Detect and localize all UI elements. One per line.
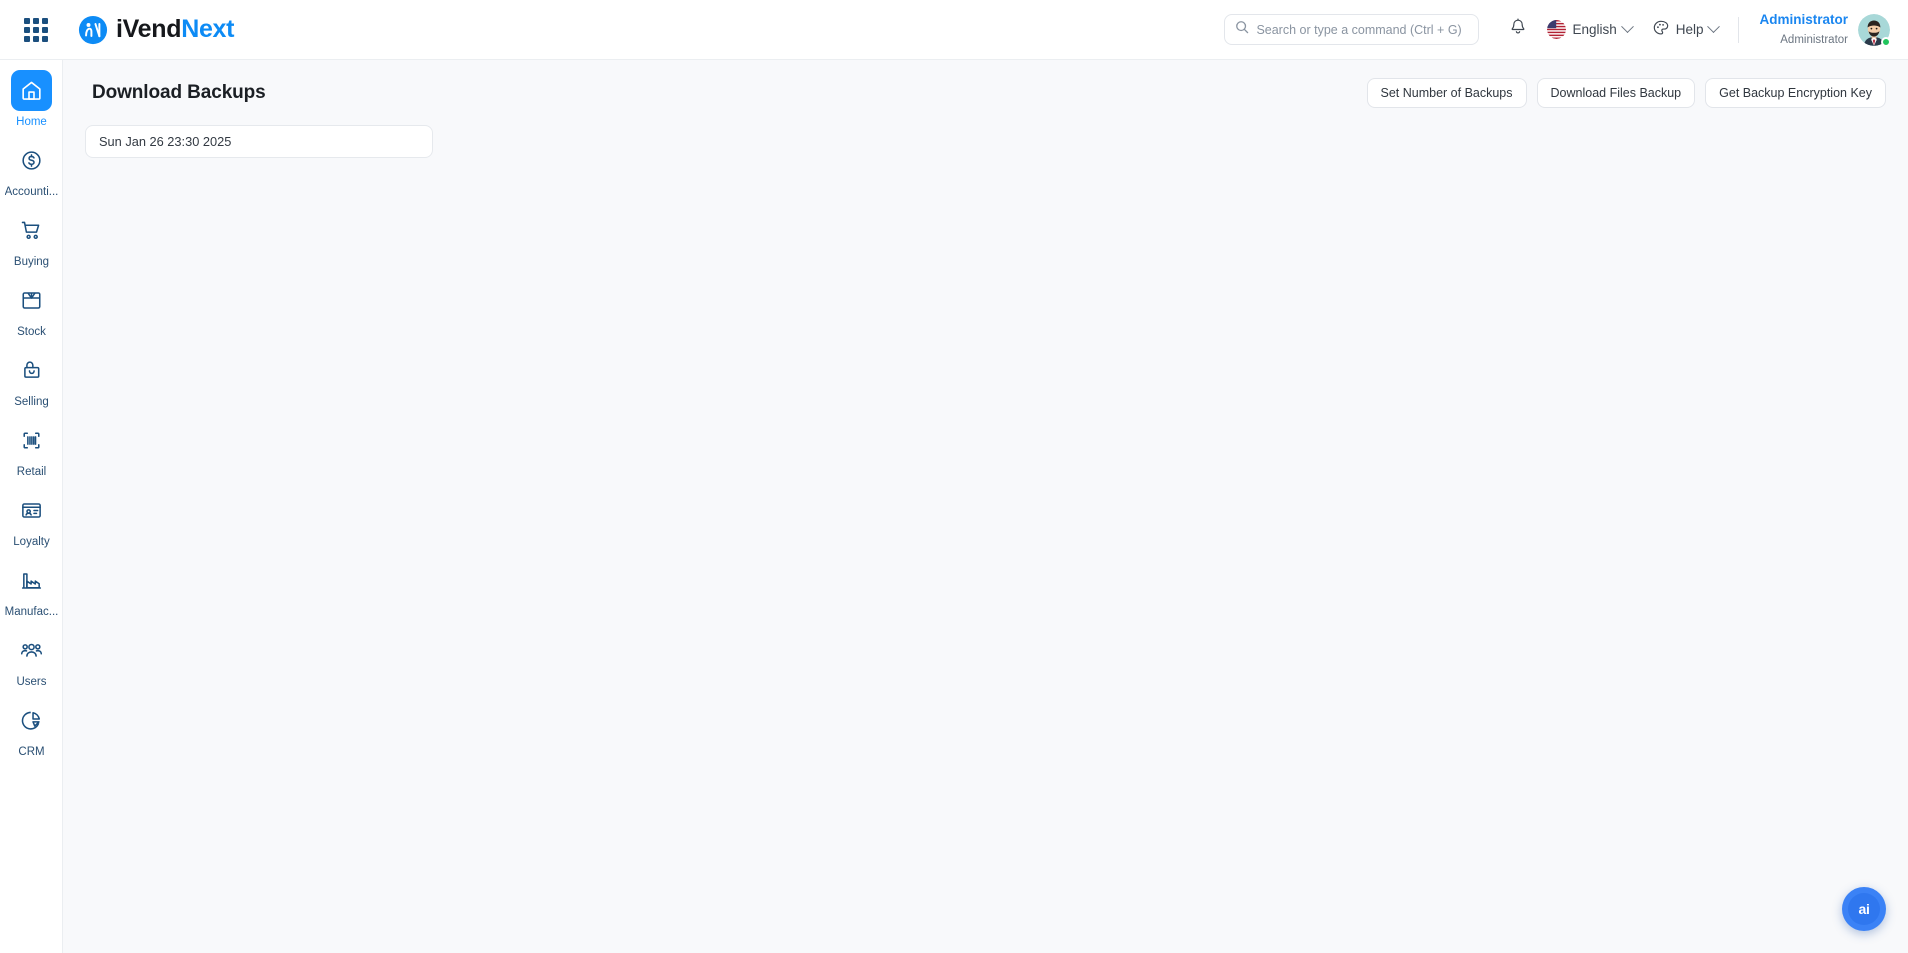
- top-navbar: iVendNext Search or type a command (Ctrl…: [0, 0, 1908, 60]
- sidebar-item-label: Stock: [17, 326, 46, 338]
- get-backup-encryption-key-button[interactable]: Get Backup Encryption Key: [1705, 78, 1886, 108]
- sidebar: Home Accounti... Buying Stock Selling Re…: [0, 60, 63, 953]
- help-label: Help: [1675, 22, 1704, 37]
- help-menu[interactable]: Help: [1644, 13, 1727, 46]
- navbar-right-group: English Help Administrator Administrator: [1224, 0, 1908, 60]
- barcode-icon: [11, 420, 52, 461]
- sidebar-item-home[interactable]: Home: [0, 66, 62, 136]
- sidebar-item-label: Accounti...: [4, 186, 59, 198]
- home-icon: [11, 70, 52, 111]
- chevron-down-icon: [1707, 20, 1721, 34]
- navbar-divider: [1738, 16, 1740, 43]
- language-label: English: [1572, 22, 1617, 37]
- users-icon: [11, 630, 52, 671]
- ai-assistant-label: ai: [1848, 893, 1880, 925]
- page-title: Download Backups: [92, 82, 266, 103]
- user-name: Administrator: [1759, 11, 1848, 27]
- sidebar-item-accounting[interactable]: Accounti...: [0, 136, 62, 206]
- page-actions: Set Number of Backups Download Files Bac…: [1366, 78, 1886, 108]
- sidebar-item-label: Home: [16, 116, 47, 128]
- ai-assistant-button[interactable]: ai: [1842, 887, 1886, 931]
- status-badge: [1881, 36, 1891, 47]
- palette-icon: [1652, 19, 1670, 40]
- brand-name-part1: iVend: [116, 15, 182, 43]
- user-menu[interactable]: Administrator Administrator: [1753, 8, 1894, 52]
- sidebar-item-buying[interactable]: Buying: [0, 206, 62, 276]
- sidebar-item-loyalty[interactable]: Loyalty: [0, 486, 62, 556]
- sidebar-item-label: Retail: [16, 466, 47, 478]
- brand-name: iVendNext: [116, 17, 234, 42]
- main-content: Download Backups Set Number of Backups D…: [63, 60, 1908, 953]
- us-flag-icon: [1547, 20, 1567, 39]
- download-files-backup-button[interactable]: Download Files Backup: [1536, 78, 1696, 108]
- sidebar-item-manufacturing[interactable]: Manufac...: [0, 556, 62, 626]
- sidebar-item-selling[interactable]: Selling: [0, 346, 62, 416]
- bell-icon: [1509, 18, 1527, 41]
- backup-list: Sun Jan 26 23:30 2025: [63, 106, 1908, 158]
- chevron-down-icon: [1620, 20, 1634, 34]
- sidebar-item-users[interactable]: Users: [0, 626, 62, 696]
- id-card-icon: [11, 490, 52, 531]
- factory-icon: [11, 560, 52, 601]
- pie-chart-icon: [11, 700, 52, 741]
- sidebar-item-label: Selling: [14, 396, 49, 408]
- page-header: Download Backups Set Number of Backups D…: [63, 60, 1908, 108]
- box-icon: [11, 280, 52, 321]
- sidebar-item-label: Buying: [13, 256, 50, 268]
- user-role: Administrator: [1780, 33, 1848, 46]
- shopping-cart-icon: [11, 210, 52, 251]
- brand-logo-link[interactable]: iVendNext: [78, 15, 234, 45]
- search-input[interactable]: [1256, 22, 1469, 37]
- search-icon: [1235, 20, 1249, 39]
- shopping-bag-icon: [11, 350, 52, 391]
- sidebar-item-label: Manufac...: [4, 606, 59, 618]
- avatar[interactable]: [1858, 13, 1891, 47]
- sidebar-item-stock[interactable]: Stock: [0, 276, 62, 346]
- list-item[interactable]: Sun Jan 26 23:30 2025: [85, 125, 433, 158]
- language-selector[interactable]: English: [1539, 14, 1639, 45]
- notifications-button[interactable]: [1501, 13, 1535, 47]
- sidebar-item-label: Users: [16, 676, 47, 688]
- backup-timestamp: Sun Jan 26 23:30 2025: [99, 134, 232, 149]
- ivendnext-logo-icon: [78, 15, 108, 45]
- search-box[interactable]: [1224, 14, 1480, 45]
- sidebar-item-label: Loyalty: [13, 536, 50, 548]
- user-names: Administrator Administrator: [1759, 11, 1848, 49]
- brand-name-part2: Next: [181, 15, 235, 43]
- dollar-circle-icon: [11, 140, 52, 181]
- sidebar-item-label: CRM: [18, 746, 45, 758]
- sidebar-item-retail[interactable]: Retail: [0, 416, 62, 486]
- set-number-of-backups-button[interactable]: Set Number of Backups: [1366, 78, 1527, 108]
- grid-apps-icon: [24, 17, 48, 42]
- apps-grid-button[interactable]: [14, 8, 58, 52]
- sidebar-item-crm[interactable]: CRM: [0, 696, 62, 766]
